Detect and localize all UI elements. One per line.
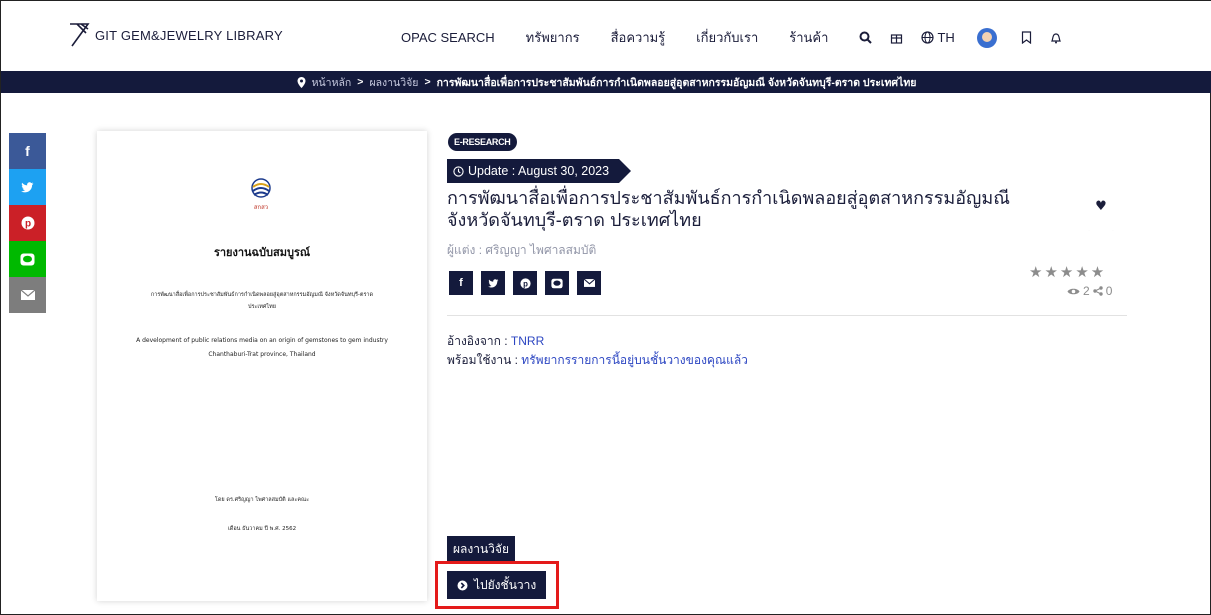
heart-icon: ♥ (1095, 199, 1107, 214)
pinterest-share-button[interactable]: p (9, 205, 46, 241)
reference-line: อ้างอิงจาก : TNRR (447, 332, 544, 351)
breadcrumb-current: การพัฒนาสื่อเพื่อการประชาสัมพันธ์การกำเน… (436, 76, 917, 89)
email-icon (583, 279, 595, 287)
svg-text:p: p (24, 219, 30, 230)
update-text: Update : August 30, 2023 (468, 164, 610, 178)
avatar[interactable] (976, 27, 997, 48)
seal-text: สกสว (254, 204, 268, 211)
logo-icon (70, 23, 90, 47)
clock-icon (453, 165, 464, 177)
stats: 2 0 (1067, 284, 1112, 298)
twitter-icon (21, 181, 34, 192)
main-nav: OPAC SEARCH ทรัพยากร สื่อความรู้ เกี่ยวก… (401, 27, 1080, 48)
line-icon (20, 253, 35, 265)
twitter-icon (487, 278, 498, 288)
email-share-button[interactable] (9, 277, 46, 313)
search-icon[interactable] (859, 31, 873, 44)
nav-resources[interactable]: ทรัพยากร (526, 27, 580, 48)
breadcrumb-separator: > (424, 76, 431, 88)
reference-link[interactable]: TNRR (511, 334, 544, 348)
go-to-shelf-button[interactable]: ไปยังชั้นวาง (447, 571, 547, 599)
share-icon (1092, 286, 1103, 296)
divider (447, 315, 1127, 316)
location-pin-icon (297, 76, 306, 88)
social-share-sidebar: f p (9, 133, 46, 313)
eye-icon (1067, 288, 1080, 294)
author-line: ผู้แต่ง : ศริญญา ไพศาลสมบัติ (447, 243, 597, 257)
logo-text: GIT GEM&JEWELRY LIBRARY (95, 27, 283, 43)
svg-text:p: p (523, 279, 528, 288)
availability-link[interactable]: ทรัพยากรรายการนี้อยู่บนชั้นวางของคุณแล้ว (521, 353, 748, 367)
pinterest-icon: p (21, 216, 34, 230)
share-line-button[interactable] (545, 271, 569, 295)
line-share-button[interactable] (9, 241, 46, 277)
share-facebook-button[interactable]: f (449, 271, 473, 295)
line-icon (551, 278, 563, 288)
language-label: TH (937, 30, 955, 45)
nav-opac-search[interactable]: OPAC SEARCH (401, 30, 495, 45)
update-banner: Update : August 30, 2023 (447, 159, 632, 183)
site-header: GIT GEM&JEWELRY LIBRARY OPAC SEARCH ทรัพ… (1, 1, 1211, 71)
availability-line: พร้อมใช้งาน : ทรัพยากรรายการนี้อยู่บนชั้… (447, 351, 748, 370)
facebook-icon: f (459, 277, 463, 289)
share-email-button[interactable] (577, 271, 601, 295)
institution-seal-icon: สกสว (251, 178, 271, 211)
share-twitter-button[interactable] (481, 271, 505, 295)
cover-date: เดือน ธันวาคม ปี พ.ศ. 2562 (227, 526, 297, 532)
reference-label: อ้างอิงจาก : (447, 334, 508, 348)
twitter-share-button[interactable] (9, 169, 46, 205)
share-count: 0 (1105, 284, 1113, 298)
research-tag-button[interactable]: ผลงานวิจัย (447, 536, 515, 562)
availability-label: พร้อมใช้งาน : (447, 353, 518, 367)
share-pinterest-button[interactable]: p (513, 271, 537, 295)
nav-about[interactable]: เกี่ยวกับเรา (696, 27, 758, 48)
go-to-shelf-label: ไปยังชั้นวาง (474, 578, 537, 592)
nav-knowledge[interactable]: สื่อความรู้ (611, 27, 666, 48)
site-logo[interactable]: GIT GEM&JEWELRY LIBRARY (67, 21, 283, 49)
page-title: การพัฒนาสื่อเพื่อการประชาสัมพันธ์การกำเน… (447, 188, 1010, 230)
facebook-icon: f (25, 143, 30, 159)
nav-shop[interactable]: ร้านค้า (789, 27, 828, 48)
bell-icon[interactable] (1050, 31, 1062, 44)
rating-stars[interactable]: ★★★★★ (1029, 263, 1106, 281)
share-buttons: f p (449, 271, 601, 295)
email-icon (20, 290, 35, 300)
gift-icon[interactable] (890, 31, 903, 44)
favorite-bookmark-button[interactable]: ♥ (1088, 191, 1114, 231)
breadcrumb-section[interactable]: ผลงานวิจัย (369, 74, 418, 91)
bookmark-icon[interactable] (1021, 31, 1032, 44)
language-selector[interactable]: TH (921, 30, 955, 45)
book-cover: สกสว รายงานฉบับสมบูรณ์ การพัฒนาสื่อเพื่อ… (97, 131, 427, 601)
breadcrumb-separator: > (357, 76, 364, 88)
cover-english-title: A development of public relations media … (136, 337, 388, 358)
globe-icon (921, 31, 935, 44)
view-count: 2 (1083, 284, 1090, 298)
breadcrumb-home[interactable]: หน้าหลัก (312, 74, 352, 91)
cover-title: รายงานฉบับสมบูรณ์ (213, 246, 311, 259)
breadcrumb: หน้าหลัก > ผลงานวิจัย > การพัฒนาสื่อเพื่… (1, 71, 1211, 93)
facebook-share-button[interactable]: f (9, 133, 46, 169)
category-badge: E-RESEARCH (448, 133, 517, 151)
pinterest-icon: p (519, 277, 531, 289)
arrow-circle-icon (457, 580, 468, 590)
cover-author: โดย ดร.ศริญญา ไพศาลสมบัติ และคณะ (214, 497, 310, 503)
cover-thai-title: การพัฒนาสื่อเพื่อการประชาสัมพันธ์การกำเน… (150, 292, 374, 310)
